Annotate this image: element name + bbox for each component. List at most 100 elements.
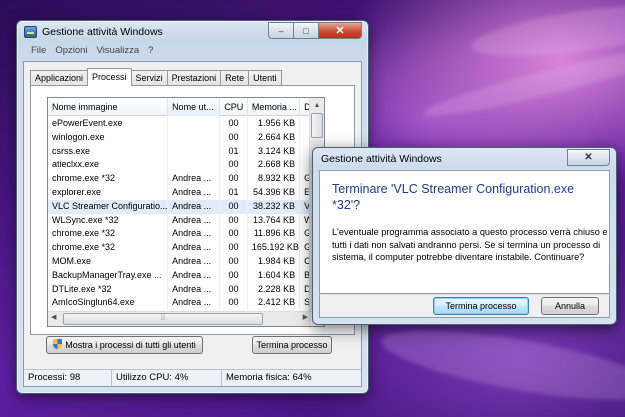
title-bar[interactable]: Gestione attività Windows – □ ✕ [17, 21, 368, 43]
menu-file[interactable]: File [31, 45, 46, 59]
cell-image-name: atieclxx.exe [48, 158, 169, 173]
table-row[interactable]: AmIcoSinglun64.exe Andrea ... 00 2.412 KB S [48, 296, 310, 311]
cell-user-name: Andrea ... [168, 254, 221, 269]
status-bar: Processi: 98 Utilizzo CPU: 4% Memoria fi… [24, 369, 361, 386]
cell-image-name: DTLite.exe *32 [48, 282, 169, 297]
close-button[interactable]: ✕ [319, 22, 362, 39]
cell-cpu: 00 [220, 213, 248, 228]
menu-help[interactable]: ? [148, 45, 153, 59]
cell-image-name: WLSync.exe *32 [48, 213, 169, 228]
cell-image-name: VLC Streamer Configuratio... [48, 199, 169, 214]
status-cpu: Utilizzo CPU: 4% [112, 370, 222, 386]
column-image-name[interactable]: Nome immagine [48, 98, 169, 116]
cell-cpu: 00 [220, 130, 248, 145]
table-row[interactable]: WLSync.exe *32Andrea ...0013.764 KBW [48, 213, 310, 228]
cell-memory: 1.604 KB [248, 268, 301, 283]
cell-memory: 13.764 KB [248, 213, 301, 228]
scroll-right-arrow-icon[interactable]: ▶ [303, 313, 308, 321]
table-row[interactable]: chrome.exe *32Andrea ...0011.896 KBG [48, 227, 310, 242]
status-processes: Processi: 98 [24, 370, 112, 386]
cell-user-name: Andrea ... [168, 241, 221, 255]
cell-memory: 2.412 KB [248, 296, 301, 311]
cell-cpu: 00 [220, 158, 248, 173]
cell-image-name: chrome.exe *32 [48, 227, 169, 242]
tab-processes[interactable]: Processi [87, 68, 132, 86]
table-row[interactable]: MOM.exe Andrea ... 00 1.984 KB C [48, 254, 310, 269]
status-memory: Memoria fisica: 64% [226, 372, 312, 383]
cell-memory: 8.932 KB [248, 172, 301, 186]
cell-image-name: BackupManagerTray.exe ... [48, 268, 169, 283]
cell-image-name: chrome.exe *32 [48, 172, 169, 186]
cell-cpu: 00 [220, 241, 248, 255]
table-row[interactable]: chrome.exe *32Andrea ...008.932 KBG [48, 172, 310, 186]
cell-memory: 38.232 KB [248, 199, 301, 214]
end-process-dialog: Gestione attività Windows ✕ Terminare 'V… [312, 147, 617, 325]
end-process-button[interactable]: Termina processo [252, 336, 332, 354]
cell-memory: 2.664 KB [248, 130, 301, 145]
cell-user-name [168, 144, 221, 159]
column-user-name[interactable]: Nome ut... [168, 98, 221, 116]
tab-applications[interactable]: Applicazioni [30, 70, 89, 85]
menu-options[interactable]: Opzioni [55, 45, 87, 59]
table-row[interactable]: chrome.exe *32Andrea ...00165.192 KBG [48, 241, 310, 255]
cell-cpu: 00 [220, 172, 248, 186]
tab-users[interactable]: Utenti [248, 70, 282, 85]
show-all-users-button[interactable]: Mostra i processi di tutti gli utenti [46, 336, 203, 354]
table-row[interactable]: VLC Streamer Configuratio... Andrea ... 00… [48, 199, 310, 214]
menu-bar: File Opzioni Visualizza ? [23, 45, 362, 59]
tab-network[interactable]: Rete [220, 70, 250, 85]
horizontal-scroll-thumb[interactable]: ⁞⁞ [63, 313, 263, 325]
cell-cpu: 00 [220, 254, 248, 269]
cell-cpu: 00 [220, 227, 248, 242]
cell-memory: 165.192 KB [248, 241, 301, 255]
tab-services[interactable]: Servizi [130, 70, 168, 85]
cell-user-name [168, 130, 221, 145]
dialog-title: Gestione attività Windows [321, 153, 442, 165]
scroll-left-arrow-icon[interactable]: ◀ [51, 313, 56, 321]
dialog-body: Terminare 'VLC Streamer Configuration.ex… [319, 170, 610, 294]
table-row[interactable]: winlogon.exe 00 2.664 KB [48, 130, 310, 145]
table-row[interactable]: DTLite.exe *32 Andrea ... 00 2.228 KB D [48, 282, 310, 297]
cell-cpu: 00 [220, 296, 248, 311]
column-header-row: Nome immagine Nome ut... CPU Memoria ...… [48, 98, 311, 116]
horizontal-scrollbar[interactable]: ◀ ⁞⁞ ▶ [48, 311, 311, 326]
minimize-button[interactable]: – [268, 22, 294, 39]
vertical-scroll-thumb[interactable] [311, 113, 323, 138]
dialog-footer: Termina processo Annulla [319, 294, 610, 318]
cell-memory: 54.396 KB [248, 185, 301, 200]
cell-cpu: 00 [220, 117, 248, 131]
column-cpu[interactable]: CPU [220, 98, 248, 116]
menu-view[interactable]: Visualizza [97, 45, 140, 59]
table-row[interactable]: csrss.exe 01 3.124 KB [48, 144, 310, 159]
cell-memory: 2.228 KB [248, 282, 301, 297]
table-row[interactable]: explorer.exe Andrea ... 01 54.396 KB E [48, 185, 310, 200]
maximize-button[interactable]: □ [294, 22, 319, 39]
cell-image-name: csrss.exe [48, 144, 169, 159]
cell-user-name: Andrea ... [168, 227, 221, 242]
table-row[interactable]: ePowerEvent.exe 00 1.956 KB [48, 117, 310, 131]
cell-user-name: Andrea ... [168, 185, 221, 200]
table-row[interactable]: BackupManagerTray.exe ... Andrea ... 00 1.6… [48, 268, 310, 283]
cell-cpu: 00 [220, 282, 248, 297]
cell-cpu: 00 [220, 199, 248, 214]
cell-cpu: 00 [220, 268, 248, 283]
cell-cpu: 01 [220, 185, 248, 200]
confirm-end-process-button[interactable]: Termina processo [433, 297, 529, 315]
dialog-heading: Terminare 'VLC Streamer Configuration.ex… [332, 182, 575, 212]
cancel-button[interactable]: Annulla [541, 297, 599, 315]
cell-user-name [168, 158, 221, 173]
dialog-message: L'eventuale programma associato a questo… [332, 227, 608, 262]
task-manager-icon [24, 26, 37, 38]
cell-user-name: Andrea ... [168, 296, 221, 311]
column-memory[interactable]: Memoria ... [248, 98, 301, 116]
process-list[interactable]: Nome immagine Nome ut... CPU Memoria ...… [47, 97, 325, 327]
cell-memory: 11.896 KB [248, 227, 301, 242]
scroll-up-arrow-icon[interactable]: ▲ [310, 98, 324, 112]
dialog-close-button[interactable]: ✕ [567, 149, 610, 166]
cell-image-name: ePowerEvent.exe [48, 117, 169, 131]
show-all-users-label: Mostra i processi di tutti gli utenti [65, 340, 196, 350]
tab-performance[interactable]: Prestazioni [166, 70, 222, 85]
process-rows: ePowerEvent.exe 00 1.956 KB winlogon.exe 00 2… [48, 117, 310, 311]
uac-shield-icon [53, 339, 63, 349]
table-row[interactable]: atieclxx.exe 00 2.668 KB [48, 158, 310, 173]
